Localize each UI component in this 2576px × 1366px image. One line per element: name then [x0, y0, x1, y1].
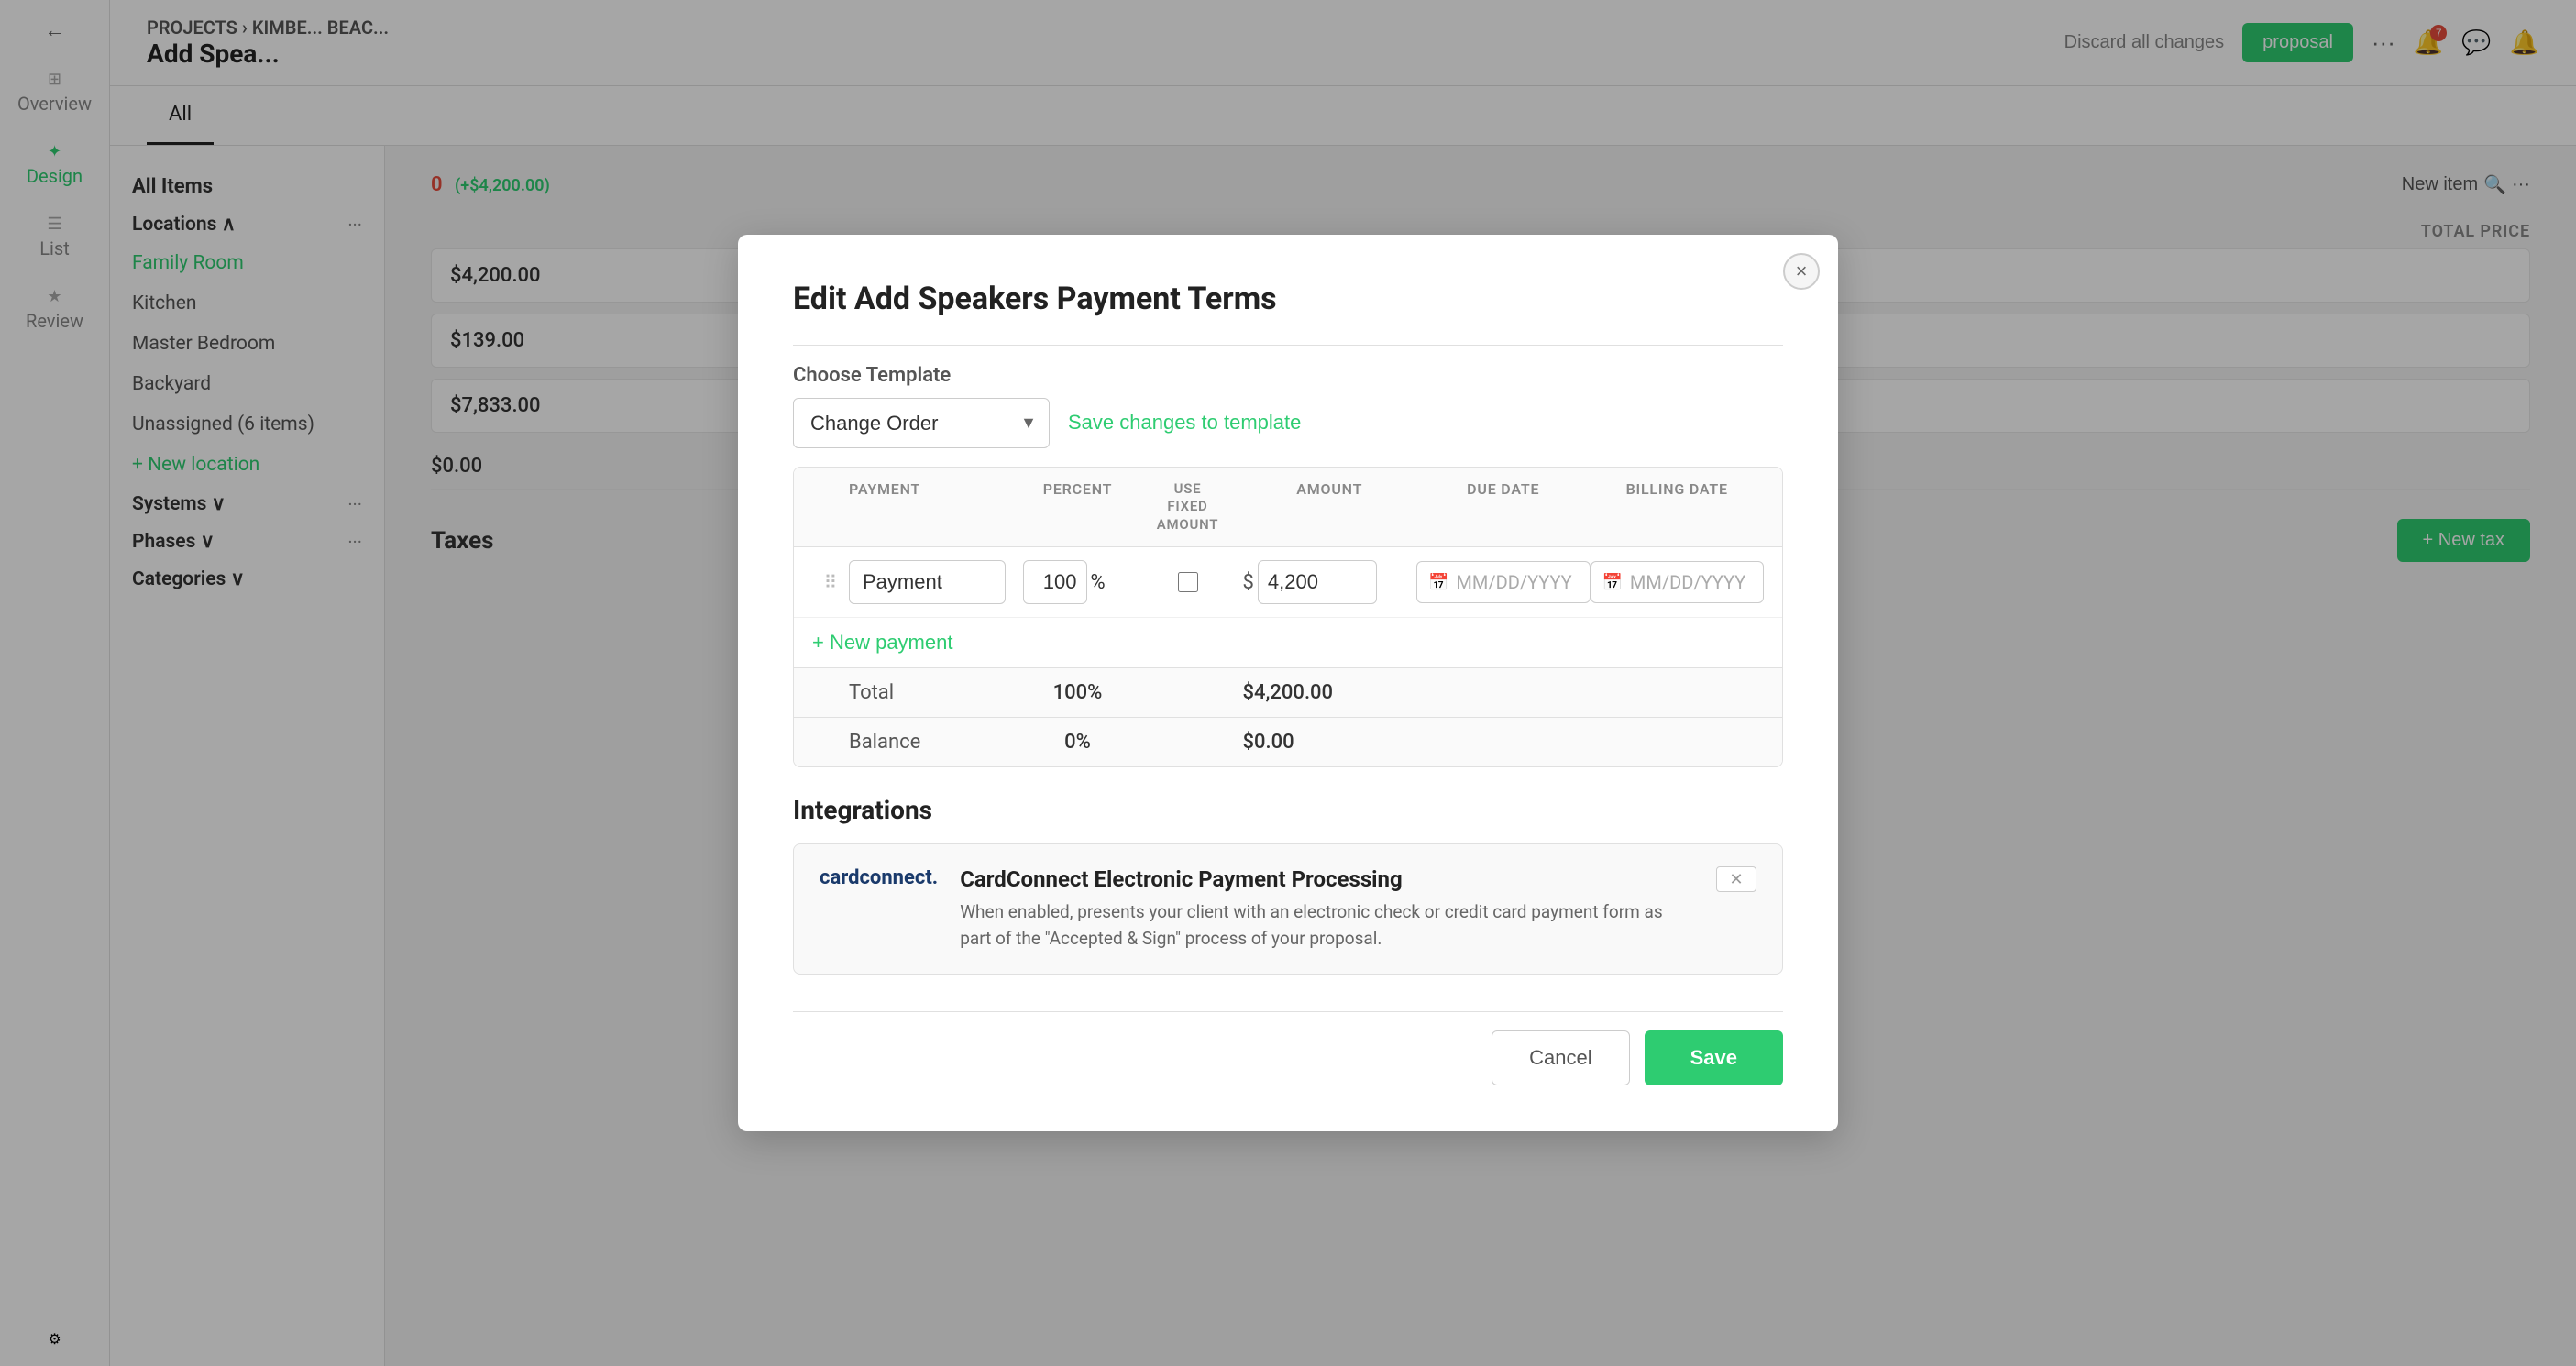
- balance-percent: 0%: [1023, 731, 1133, 754]
- dollar-sign: $: [1243, 571, 1254, 594]
- choose-template-label: Choose Template: [793, 364, 1783, 387]
- modal-overlay: × Edit Add Speakers Payment Terms Choose…: [0, 0, 2576, 1366]
- col-due-date: DUE DATE: [1416, 480, 1591, 534]
- toggle-button[interactable]: ✕: [1716, 866, 1756, 892]
- col-amount: AMOUNT: [1243, 480, 1417, 534]
- col-billing-date: BILLING DATE: [1591, 480, 1765, 534]
- calendar-icon: 📅: [1428, 573, 1448, 592]
- modal-close-button[interactable]: ×: [1783, 253, 1820, 290]
- close-icon: ×: [1796, 259, 1808, 283]
- total-row: Total 100% $4,200.00: [794, 667, 1782, 717]
- balance-row: Balance 0% $0.00: [794, 717, 1782, 766]
- calendar-icon: 📅: [1602, 573, 1623, 592]
- template-row: Change Order ▼ Save changes to template: [793, 398, 1783, 448]
- cancel-button[interactable]: Cancel: [1492, 1030, 1629, 1085]
- integrations-title: Integrations: [793, 795, 1783, 825]
- payment-table-header: PAYMENT PERCENT USEFIXEDAMOUNT AMOUNT DU…: [794, 468, 1782, 548]
- col-fixed: USEFIXEDAMOUNT: [1133, 480, 1243, 534]
- due-date-cell[interactable]: 📅 MM/DD/YYYY: [1416, 561, 1591, 603]
- template-select[interactable]: Change Order ▼: [793, 398, 1050, 448]
- cardconnect-logo: cardconnect.: [820, 866, 938, 889]
- new-payment-row: + New payment: [794, 618, 1782, 667]
- amount-cell: $: [1243, 560, 1417, 604]
- percent-input[interactable]: [1023, 560, 1087, 604]
- integration-content: CardConnect Electronic Payment Processin…: [960, 866, 1694, 952]
- amount-input[interactable]: [1258, 560, 1377, 604]
- modal: × Edit Add Speakers Payment Terms Choose…: [738, 235, 1838, 1132]
- payment-name-cell: [849, 560, 1023, 604]
- integrations-section: Integrations cardconnect. CardConnect El…: [793, 795, 1783, 975]
- payment-table-footer: Total 100% $4,200.00 Balance 0% $0.00: [794, 667, 1782, 766]
- billing-date-placeholder: MM/DD/YYYY: [1630, 571, 1745, 593]
- template-dropdown[interactable]: Change Order: [793, 398, 1050, 448]
- col-payment: PAYMENT: [849, 480, 1023, 534]
- new-payment-button[interactable]: + New payment: [794, 618, 971, 667]
- balance-label: Balance: [849, 731, 1023, 754]
- total-amount: $4,200.00: [1243, 681, 1417, 704]
- payment-table: PAYMENT PERCENT USEFIXEDAMOUNT AMOUNT DU…: [793, 467, 1783, 768]
- fixed-cell: [1133, 572, 1243, 592]
- billing-date-cell[interactable]: 📅 MM/DD/YYYY: [1591, 561, 1765, 603]
- percent-sign: %: [1091, 571, 1106, 594]
- integration-card: cardconnect. CardConnect Electronic Paym…: [793, 843, 1783, 975]
- integration-toggle: ✕: [1716, 866, 1756, 892]
- percent-cell: %: [1023, 560, 1133, 604]
- drag-handle-icon[interactable]: ⠿: [812, 571, 849, 593]
- fixed-checkbox[interactable]: [1178, 572, 1198, 592]
- integration-title: CardConnect Electronic Payment Processin…: [960, 866, 1694, 892]
- due-date-placeholder: MM/DD/YYYY: [1456, 571, 1571, 593]
- col-drag: [812, 480, 849, 534]
- balance-amount: $0.00: [1243, 731, 1417, 754]
- integration-desc: When enabled, presents your client with …: [960, 899, 1694, 952]
- payment-row: ⠿ % $ 📅 MM/DD/YYYY: [794, 547, 1782, 618]
- toggle-x-icon: ✕: [1729, 870, 1743, 889]
- payment-name-input[interactable]: [849, 560, 1006, 604]
- col-percent: PERCENT: [1023, 480, 1133, 534]
- modal-title: Edit Add Speakers Payment Terms: [793, 281, 1783, 317]
- modal-footer: Cancel Save: [793, 1011, 1783, 1085]
- total-percent: 100%: [1023, 681, 1133, 704]
- total-label: Total: [849, 681, 1023, 704]
- save-button[interactable]: Save: [1645, 1030, 1783, 1085]
- divider: [793, 345, 1783, 346]
- save-template-button[interactable]: Save changes to template: [1068, 411, 1301, 435]
